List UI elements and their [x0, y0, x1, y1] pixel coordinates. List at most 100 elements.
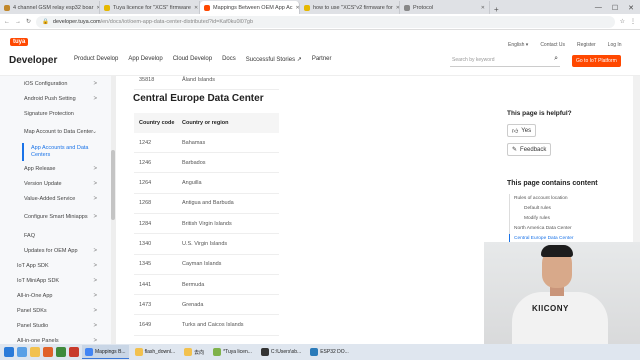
sidebar-item[interactable]: App Release > — [0, 161, 115, 176]
tab-favicon-icon — [204, 4, 210, 11]
minimize-icon[interactable]: — — [595, 4, 602, 11]
taskbar-app[interactable]: ESP32 DO... — [307, 345, 352, 359]
lock-icon: 🔒 — [42, 18, 49, 25]
reload-icon[interactable]: ↻ — [26, 18, 31, 25]
yes-label: Yes — [521, 127, 532, 134]
sidebar-item[interactable]: Panel Studio > — [0, 318, 115, 333]
chevron-icon: ⌄ — [91, 129, 97, 135]
taskbar-app[interactable]: C:\Users\sb... — [258, 345, 304, 359]
sidebar-item-label: Panel Studio — [17, 322, 49, 329]
toc-link[interactable]: Default rules — [510, 204, 573, 214]
app-icon[interactable] — [69, 347, 79, 357]
task-view-icon[interactable] — [17, 347, 27, 357]
taskbar-app-label: *Tuya licen... — [223, 349, 252, 355]
forward-icon[interactable]: → — [15, 19, 21, 25]
sidebar-item-label: App Release — [24, 165, 56, 172]
tab-favicon-icon — [104, 4, 110, 11]
nav-cloud-develop[interactable]: Cloud Develop — [173, 56, 212, 63]
sidebar-item[interactable]: Value-Added Service > — [0, 191, 115, 206]
taskbar-app-icon — [85, 347, 93, 356]
chevron-icon: > — [93, 165, 97, 172]
url-host: developer.tuya.com — [52, 18, 101, 25]
sidebar-item[interactable]: Configure Smart Miniapps > — [0, 206, 115, 228]
sidebar-item[interactable]: Map Account to Data Center ⌄ — [0, 121, 115, 143]
browser-tab[interactable]: Mappings Between OEM App Ac ✕ — [200, 1, 300, 14]
search-input[interactable]: Search by keyword ⌕ — [450, 54, 560, 67]
country-code-cell: 1345 — [139, 261, 152, 268]
sidebar-item[interactable]: App Accounts and Data Centers — [22, 143, 115, 161]
taskbar-app[interactable]: *Tuya licen... — [210, 345, 255, 359]
taskbar-app[interactable]: 去向 — [181, 345, 207, 359]
sidebar-item[interactable]: Updates for OEM App > — [0, 243, 115, 258]
sidebar-item[interactable]: All-in-One App > — [0, 288, 115, 303]
browser-tab[interactable]: how to use "XCS"v2 firmware for ✕ — [300, 1, 400, 14]
sidebar-scrollbar-thumb[interactable] — [111, 150, 115, 220]
table-row: 1284 British Virgin Islands — [134, 214, 279, 235]
sidebar-item-label: IoT MiniApp SDK — [17, 277, 60, 284]
taskbar-app-icon — [260, 348, 269, 356]
go-to-iot-platform-button[interactable]: Go to IoT Platform — [572, 55, 621, 67]
new-tab-button[interactable]: + — [490, 5, 503, 14]
table-row: 35818 Åland Islands — [134, 70, 279, 90]
table-row: 1268 Antigua and Barbuda — [134, 194, 279, 214]
language-select[interactable]: English ▾ — [508, 42, 528, 48]
nav-docs[interactable]: Docs — [222, 56, 236, 63]
taskbar-app[interactable]: Mappings B... — [82, 345, 129, 359]
chevron-icon: > — [93, 277, 97, 284]
nav-app-develop[interactable]: App Develop — [128, 56, 162, 63]
login-link[interactable]: Log In — [608, 42, 622, 48]
sidebar-item[interactable]: Signature Protection — [0, 106, 115, 121]
feedback-button[interactable]: ✎ Feedback — [507, 143, 552, 156]
nav-product-develop[interactable]: Product Develop — [74, 56, 118, 63]
sidebar-item[interactable]: Panel SDKs > — [0, 303, 115, 318]
url-field[interactable]: 🔒 developer.tuya.com/en/docs/iot/oem-app… — [36, 15, 615, 28]
sidebar-item[interactable]: IoT App SDK > — [0, 258, 115, 273]
menu-icon[interactable]: ⋮ — [630, 18, 636, 25]
tab-close-icon[interactable]: ✕ — [481, 5, 485, 11]
taskbar-app-icon — [213, 348, 222, 356]
maximize-icon[interactable]: ☐ — [612, 4, 618, 12]
table-header: Country code Country or region — [134, 113, 279, 133]
sidebar-item[interactable]: IoT MiniApp SDK > — [0, 273, 115, 288]
close-icon[interactable]: ✕ — [628, 4, 634, 12]
taskbar-app-label: 去向 — [194, 349, 205, 356]
tab-close-icon[interactable]: ✕ — [194, 5, 198, 11]
developer-logo-text[interactable]: Developer — [9, 55, 57, 66]
start-icon[interactable] — [4, 347, 14, 357]
sidebar-item[interactable]: All-in-one Panels > — [0, 333, 115, 344]
country-name-cell: British Virgin Islands — [182, 220, 232, 227]
sidebar-item[interactable]: iOS Configuration > — [0, 76, 115, 91]
sidebar-item[interactable]: FAQ — [0, 228, 115, 243]
toc-link[interactable]: North America Data Center — [510, 224, 573, 234]
country-name-cell: Barbados — [182, 159, 206, 166]
table-row: 1649 Turks and Caicos Islands — [134, 316, 279, 336]
feedback-icon: ✎ — [512, 147, 518, 153]
app-icon[interactable] — [43, 347, 53, 357]
star-icon[interactable]: ☆ — [620, 18, 625, 25]
browser-tab[interactable]: Tuya licence for "XCS" firmware ✕ — [100, 1, 200, 14]
taskbar-app[interactable]: flash_downl... — [132, 345, 179, 359]
yes-button[interactable]: 👍︎ Yes — [507, 124, 537, 137]
nav-partner[interactable]: Partner — [312, 56, 332, 63]
file-explorer-icon[interactable] — [30, 347, 40, 357]
sidebar-item[interactable]: Android Push Setting > — [0, 91, 115, 106]
chevron-icon: > — [93, 307, 97, 314]
taskbar-app-label: flash_downl... — [144, 349, 176, 355]
contact-us-link[interactable]: Contact Us — [540, 42, 565, 48]
register-link[interactable]: Register — [577, 42, 596, 48]
sidebar-item-label: iOS Configuration — [24, 80, 68, 87]
nav-successful-stories[interactable]: Successful Stories ↗ — [246, 56, 302, 63]
country-name-cell: Grenada — [182, 301, 204, 308]
search-icon[interactable]: ⌕ — [554, 55, 558, 63]
browser-tab[interactable]: Protocol ✕ — [400, 1, 490, 14]
country-code-cell: 1284 — [139, 220, 152, 227]
app-icon[interactable] — [56, 347, 66, 357]
toc-link[interactable]: Rules of account location — [510, 194, 573, 204]
sidebar-item-label: FAQ — [24, 232, 36, 239]
back-icon[interactable]: ← — [4, 19, 10, 25]
tuya-logo[interactable]: tuya — [10, 38, 29, 46]
tab-favicon-icon — [4, 4, 10, 11]
browser-tab[interactable]: 4 channel GSM relay esp32 boar✕ — [0, 1, 100, 14]
sidebar-item[interactable]: Version Update > — [0, 176, 115, 191]
toc-link[interactable]: Modify rules — [510, 214, 573, 224]
